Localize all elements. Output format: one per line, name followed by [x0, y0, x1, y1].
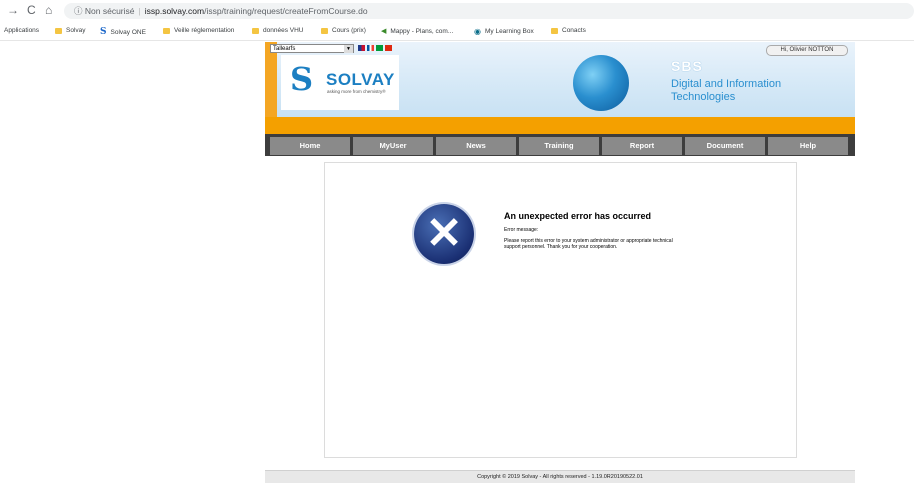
menu-home[interactable]: Home	[270, 137, 350, 155]
menu-document[interactable]: Document	[685, 137, 765, 155]
bookmark-veille[interactable]: Veille réglementation	[163, 27, 234, 34]
bookmark-conacts[interactable]: Conacts	[551, 27, 586, 34]
url-text[interactable]: ⓘ Non sécurisé | issp.solvay.com/issp/trai…	[74, 5, 368, 17]
menu-report[interactable]: Report	[602, 137, 682, 155]
globe-icon	[573, 55, 629, 111]
content-panel	[324, 162, 797, 458]
folder-icon	[551, 27, 558, 34]
logo-tagline: asking more from chemistry®	[327, 89, 386, 94]
solvay-logo-icon: S	[290, 60, 314, 98]
back-icon[interactable]: →	[7, 3, 19, 17]
orange-band	[265, 117, 855, 134]
error-message: Please report this error to your system …	[504, 238, 673, 250]
bookmark-cours-prix[interactable]: Cours (prix)	[321, 27, 366, 34]
info-icon[interactable]: ⓘ	[74, 6, 83, 16]
menu-training[interactable]: Training	[519, 137, 599, 155]
url-path: /issp/training/request/createFromCourse.…	[204, 6, 368, 16]
folder-icon	[163, 27, 170, 34]
folder-icon	[55, 27, 62, 34]
mappy-icon: ◀	[381, 28, 387, 35]
menu-myuser[interactable]: MyUser	[353, 137, 433, 155]
flag-china-icon[interactable]	[385, 45, 392, 51]
menu-news[interactable]: News	[436, 137, 516, 155]
reload-icon[interactable]: C	[27, 3, 36, 17]
bookmarks-bar: Applications Solvay S Solvay ONE Veille r…	[0, 22, 914, 41]
flag-brazil-icon[interactable]	[376, 45, 383, 51]
learning-box-icon: ◉	[474, 27, 481, 36]
bookmark-donnees-vhu[interactable]: données VHU	[252, 27, 303, 34]
bookmark-mappy[interactable]: ◀ Mappy - Plans, com...	[381, 27, 453, 36]
solvay-s-icon: S	[100, 27, 107, 37]
bookmark-applications[interactable]: Applications	[4, 27, 39, 34]
security-label: Non sécurisé	[84, 6, 135, 16]
sbs-title: SBS	[671, 58, 703, 74]
chevron-down-icon: ▼	[344, 45, 353, 53]
flag-france-icon[interactable]	[367, 45, 374, 51]
logo-text: SOLVAY	[326, 70, 395, 89]
folder-icon	[252, 27, 259, 34]
user-button[interactable]: Hi, Olivier NOTTON	[766, 45, 848, 56]
footer: Copyright © 2019 Solvay - All rights res…	[265, 470, 855, 483]
language-select[interactable]: Tallearfs ▼	[270, 44, 354, 53]
close-icon: ✕	[425, 209, 463, 258]
error-label: Error message:	[504, 227, 539, 233]
bookmark-solvay[interactable]: Solvay	[55, 27, 86, 34]
bookmark-solvay-one[interactable]: S Solvay ONE	[100, 27, 146, 37]
menu-help[interactable]: Help	[768, 137, 848, 155]
error-title: An unexpected error has occurred	[504, 211, 652, 221]
bookmark-my-learning-box[interactable]: ◉ My Learning Box	[474, 27, 534, 36]
flag-uk-icon[interactable]	[358, 45, 365, 51]
home-icon[interactable]: ⌂	[45, 3, 52, 17]
folder-icon	[321, 27, 328, 34]
department-title: Digital and Information Technologies	[671, 78, 782, 103]
address-bar-area: → C ⌂ ⓘ Non sécurisé | issp.solvay.com/iss…	[0, 0, 914, 22]
url-host: issp.solvay.com	[144, 6, 205, 16]
